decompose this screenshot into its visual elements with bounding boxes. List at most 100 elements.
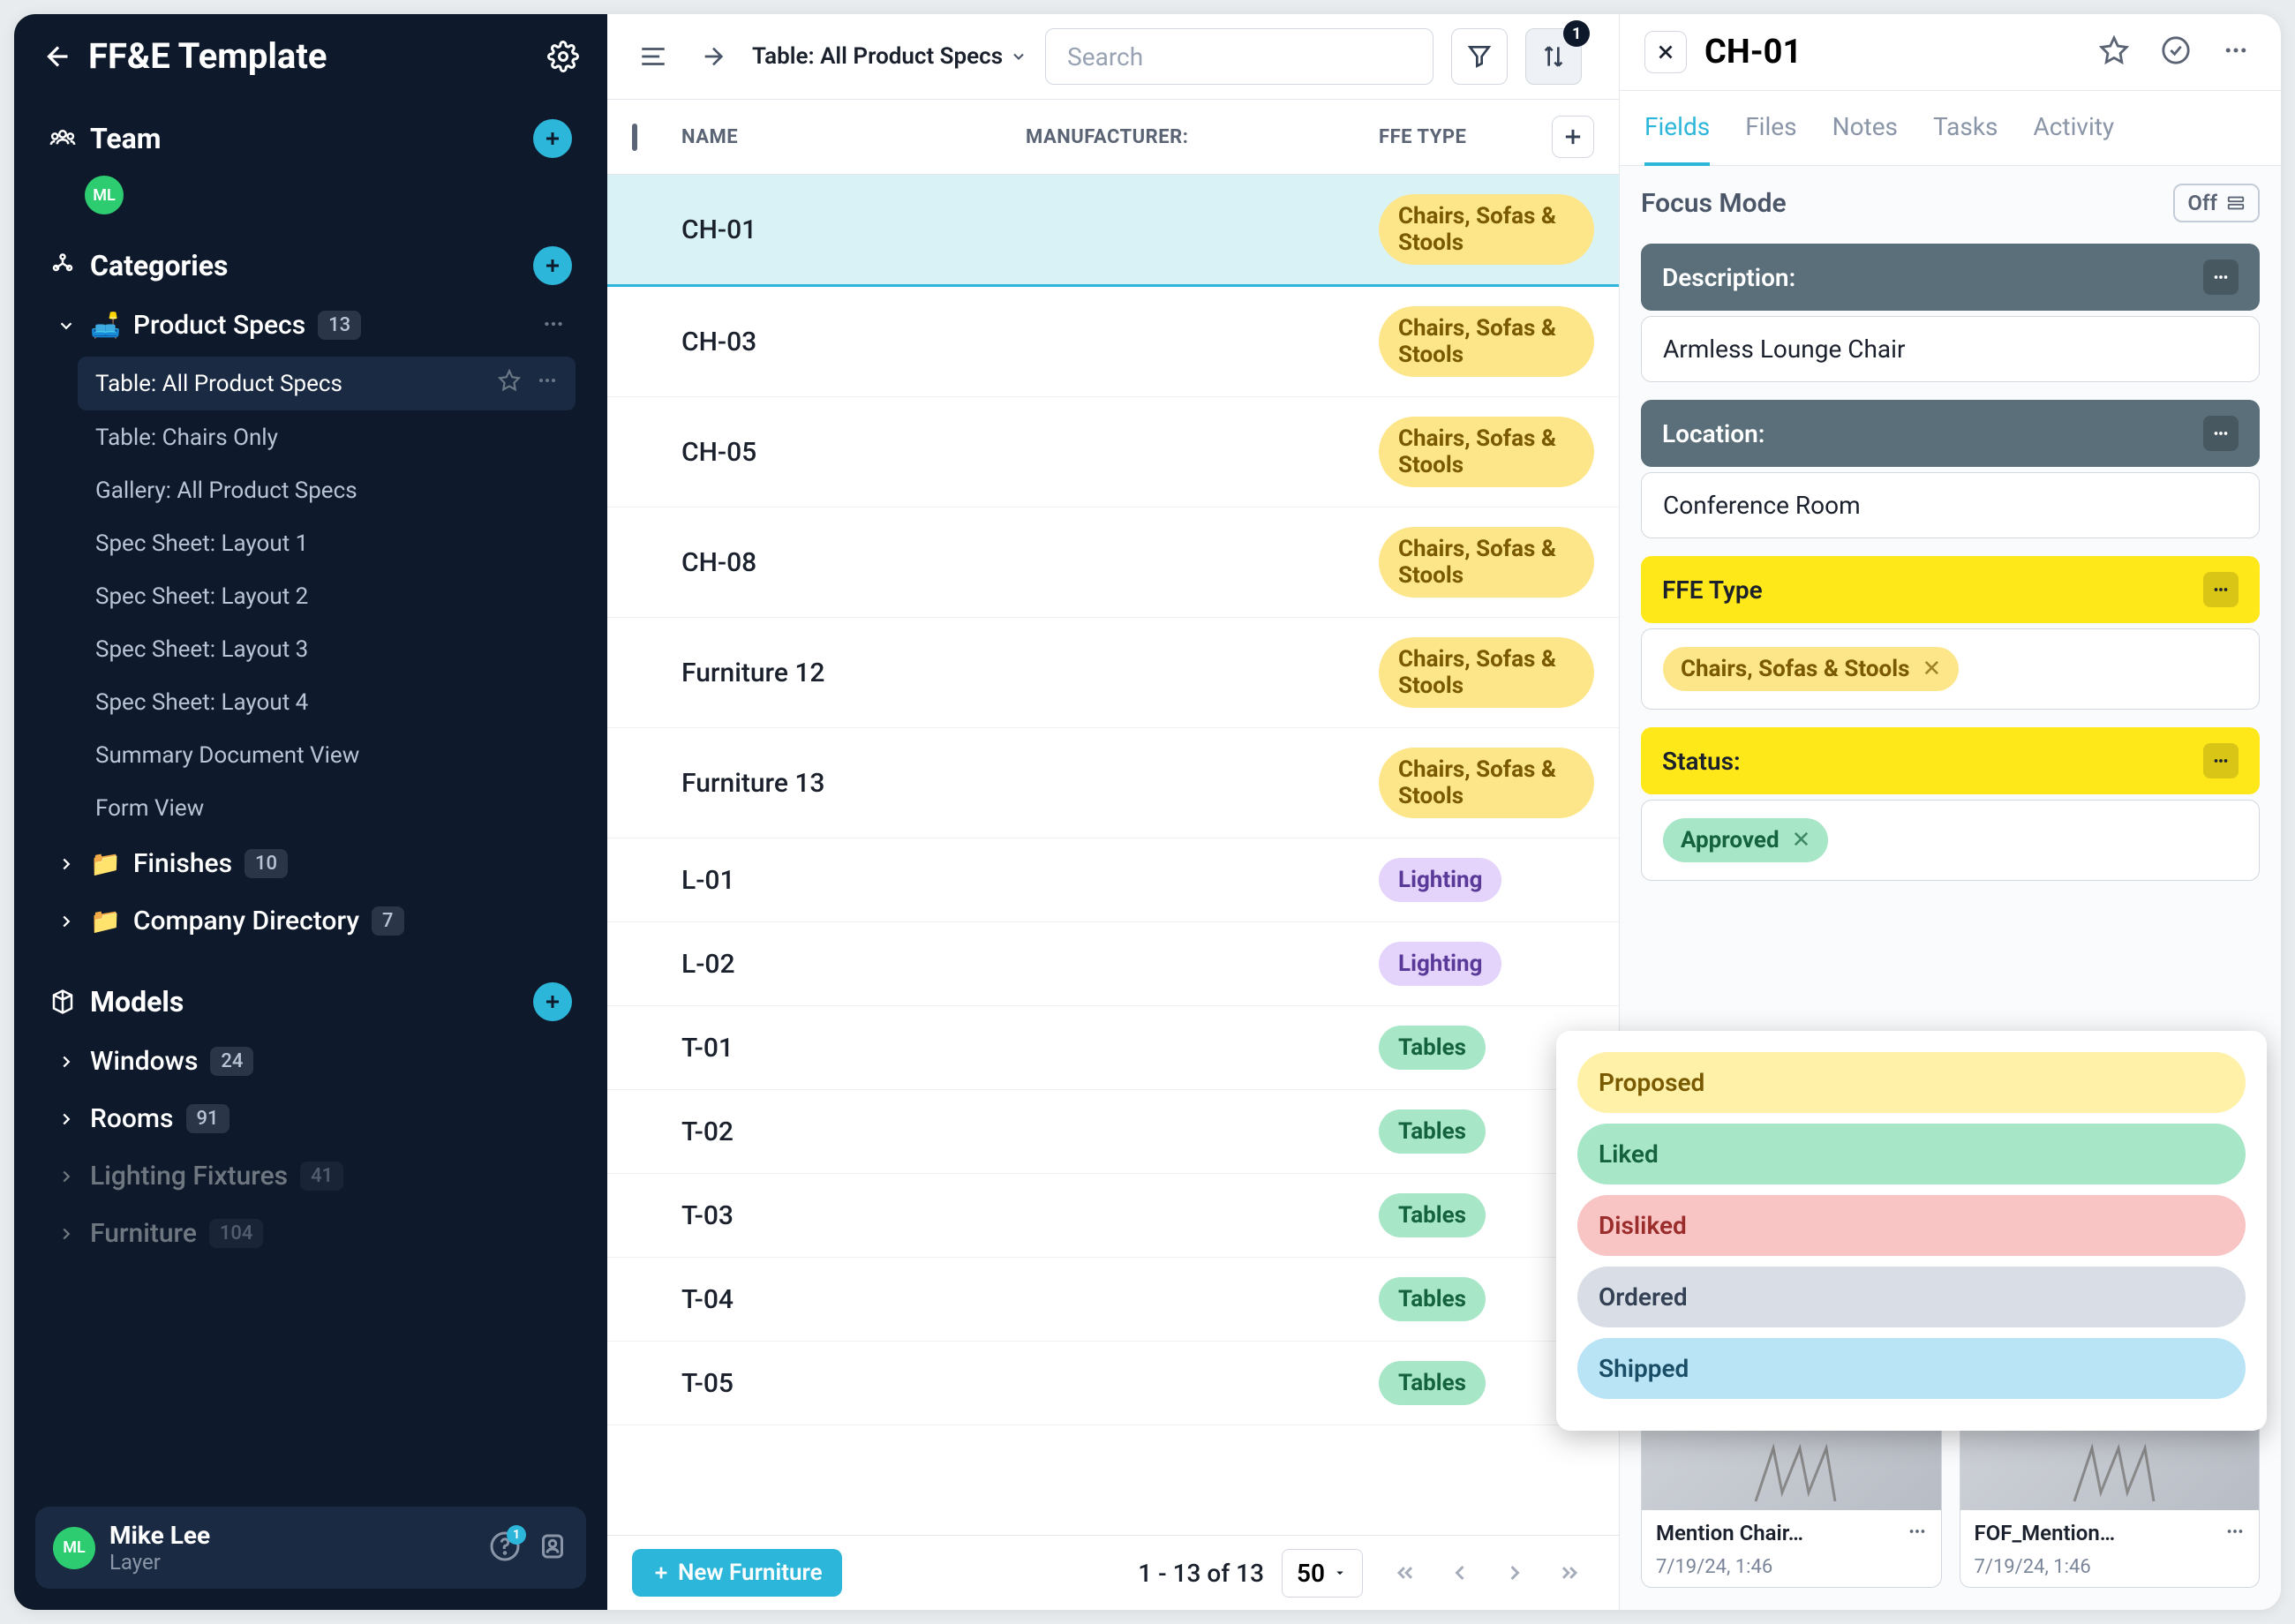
check-circle-icon[interactable] [2154, 28, 2198, 76]
user-avatar[interactable]: ML [53, 1527, 95, 1569]
table-row[interactable]: T-03Tables [607, 1174, 1619, 1258]
status-option[interactable]: Ordered [1577, 1267, 2246, 1327]
tab-notes[interactable]: Notes [1832, 91, 1898, 165]
breadcrumb[interactable]: Table: All Product Specs [752, 43, 1027, 70]
more-icon[interactable] [537, 370, 558, 397]
category-view-item[interactable]: Table: All Product Specs [78, 357, 576, 410]
table-row[interactable]: Furniture 13Chairs, Sofas & Stools [607, 728, 1619, 838]
page-prev-icon[interactable] [1435, 1548, 1485, 1598]
category-view-item[interactable]: Table: Chairs Only [78, 412, 576, 463]
model-item[interactable]: Lighting Fixtures41 [42, 1148, 579, 1204]
add-category-button[interactable] [533, 246, 572, 285]
more-icon[interactable] [1907, 1522, 1927, 1545]
count-badge: 41 [300, 1162, 343, 1191]
field-menu-icon[interactable] [2203, 259, 2239, 295]
page-first-icon[interactable] [1381, 1548, 1430, 1598]
category-item[interactable]: 🛋️Product Specs13 [42, 297, 579, 353]
type-pill: Tables [1379, 1193, 1486, 1237]
new-furniture-button[interactable]: New Furniture [632, 1549, 842, 1597]
row-name: L-02 [681, 949, 1026, 980]
profile-icon[interactable] [537, 1530, 568, 1566]
tab-fields[interactable]: Fields [1644, 91, 1710, 166]
add-model-button[interactable] [533, 982, 572, 1021]
remove-chip-icon[interactable]: ✕ [1792, 827, 1811, 853]
add-team-button[interactable] [533, 119, 572, 158]
table-row[interactable]: CH-01Chairs, Sofas & Stools [607, 175, 1619, 287]
status-option[interactable]: Proposed [1577, 1052, 2246, 1113]
page-size-select[interactable]: 50 [1282, 1549, 1363, 1598]
type-pill: Chairs, Sofas & Stools [1379, 637, 1594, 708]
more-icon[interactable] [2225, 1522, 2245, 1545]
detail-panel: CH-01 FieldsFilesNotesTasksActivity Focu… [1619, 14, 2281, 1610]
focus-mode-toggle[interactable]: Off [2173, 184, 2260, 222]
team-avatar[interactable]: ML [85, 176, 124, 214]
sidebar-toggle-icon[interactable] [632, 35, 674, 78]
detail-header: CH-01 [1620, 14, 2281, 91]
table-row[interactable]: T-04Tables [607, 1258, 1619, 1342]
category-view-item[interactable]: Form View [78, 783, 576, 834]
tab-tasks[interactable]: Tasks [1933, 91, 1998, 165]
models-section: Models Windows24Rooms91Lighting Fixtures… [14, 961, 607, 1274]
model-item[interactable]: Windows24 [42, 1034, 579, 1089]
status-option[interactable]: Disliked [1577, 1195, 2246, 1256]
search-input[interactable] [1045, 28, 1433, 85]
field-description-header: Description: [1641, 244, 2260, 311]
table-row[interactable]: T-01Tables [607, 1006, 1619, 1090]
page-next-icon[interactable] [1490, 1548, 1539, 1598]
settings-gear-icon[interactable] [547, 41, 579, 72]
tab-activity[interactable]: Activity [2034, 91, 2115, 165]
category-item[interactable]: 📁Finishes10 [42, 836, 579, 891]
row-name: T-01 [681, 1033, 1026, 1064]
field-location-value[interactable]: Conference Room [1641, 472, 2260, 538]
table-row[interactable]: CH-03Chairs, Sofas & Stools [607, 287, 1619, 397]
category-item[interactable]: 📁Company Directory7 [42, 893, 579, 949]
tab-files[interactable]: Files [1745, 91, 1796, 165]
close-detail-button[interactable] [1644, 31, 1687, 73]
remove-chip-icon[interactable]: ✕ [1922, 656, 1941, 682]
category-view-item[interactable]: Spec Sheet: Layout 3 [78, 624, 576, 675]
field-menu-icon[interactable] [2203, 743, 2239, 778]
more-icon[interactable] [542, 312, 565, 339]
star-icon[interactable] [498, 369, 521, 398]
back-arrow-icon[interactable] [42, 41, 74, 72]
status-chip[interactable]: Approved ✕ [1663, 818, 1828, 862]
filter-button[interactable] [1451, 28, 1508, 85]
field-description-value[interactable]: Armless Lounge Chair [1641, 316, 2260, 382]
row-name: L-01 [681, 865, 1026, 896]
help-icon[interactable]: 1 [489, 1530, 521, 1566]
table-row[interactable]: L-02Lighting [607, 922, 1619, 1006]
status-option[interactable]: Liked [1577, 1124, 2246, 1184]
model-item[interactable]: Furniture104 [42, 1206, 579, 1261]
table-row[interactable]: L-01Lighting [607, 838, 1619, 922]
star-icon[interactable] [2092, 28, 2136, 76]
forward-arrow-icon[interactable] [692, 35, 734, 78]
category-view-item[interactable]: Gallery: All Product Specs [78, 465, 576, 516]
col-type[interactable]: FFE TYPE [1379, 126, 1552, 148]
sort-button[interactable]: 1 [1525, 28, 1582, 85]
ffe-type-chip[interactable]: Chairs, Sofas & Stools ✕ [1663, 647, 1959, 691]
table-row[interactable]: Furniture 12Chairs, Sofas & Stools [607, 618, 1619, 728]
chevron-right-icon [56, 912, 78, 931]
select-all-checkbox[interactable] [632, 124, 637, 151]
field-menu-icon[interactable] [2203, 416, 2239, 451]
category-view-item[interactable]: Spec Sheet: Layout 1 [78, 518, 576, 569]
more-icon[interactable] [2216, 30, 2256, 74]
count-badge: 7 [372, 906, 404, 936]
table-row[interactable]: T-02Tables [607, 1090, 1619, 1174]
field-status-value[interactable]: Approved ✕ [1641, 800, 2260, 881]
table-row[interactable]: CH-08Chairs, Sofas & Stools [607, 508, 1619, 618]
col-manufacturer[interactable]: MANUFACTURER: [1026, 126, 1379, 148]
user-role: Layer [109, 1550, 475, 1575]
category-view-item[interactable]: Spec Sheet: Layout 4 [78, 677, 576, 728]
add-column-button[interactable] [1552, 116, 1594, 158]
field-ffe-type-value[interactable]: Chairs, Sofas & Stools ✕ [1641, 628, 2260, 710]
model-item[interactable]: Rooms91 [42, 1091, 579, 1147]
col-name[interactable]: NAME [681, 126, 1026, 148]
page-last-icon[interactable] [1545, 1548, 1594, 1598]
table-row[interactable]: CH-05Chairs, Sofas & Stools [607, 397, 1619, 508]
category-view-item[interactable]: Summary Document View [78, 730, 576, 781]
category-view-item[interactable]: Spec Sheet: Layout 2 [78, 571, 576, 622]
table-row[interactable]: T-05Tables [607, 1342, 1619, 1425]
status-option[interactable]: Shipped [1577, 1338, 2246, 1399]
field-menu-icon[interactable] [2203, 572, 2239, 607]
